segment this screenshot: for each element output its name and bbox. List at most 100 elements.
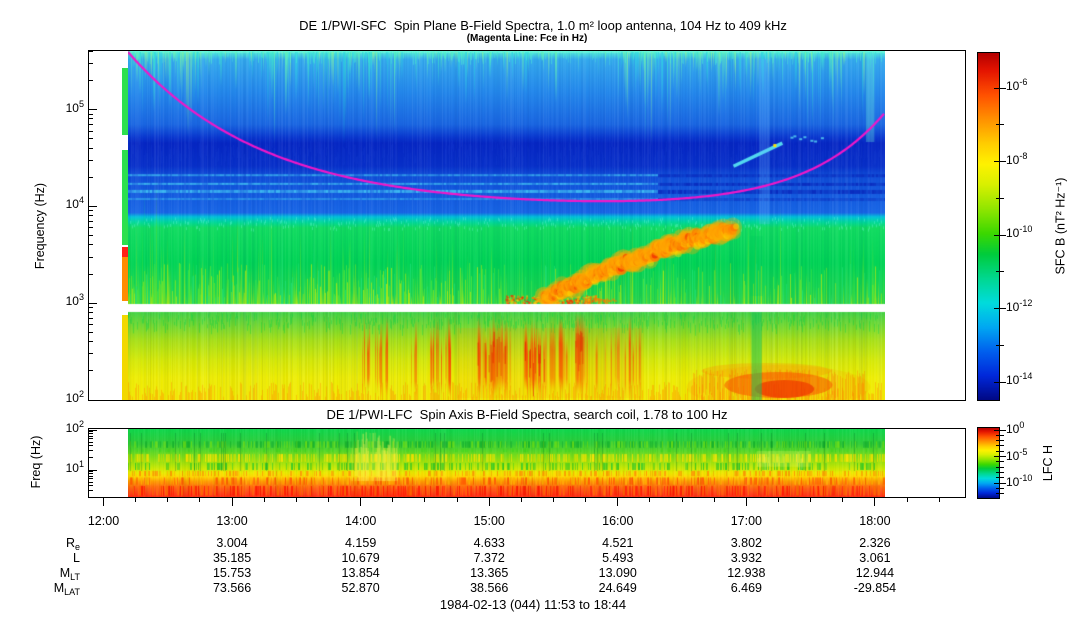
y-minor-tick [89, 148, 93, 149]
time-minor-tick [842, 498, 843, 502]
colorbar-major-tick [994, 382, 1006, 383]
y-minor-tick [89, 341, 93, 342]
y-minor-tick [89, 318, 93, 319]
colorbar-minor-tick [996, 435, 1004, 436]
lfc-panel-border [88, 428, 966, 498]
time-minor-tick [296, 498, 297, 502]
pre-data-strip-segment [122, 315, 128, 400]
y-tick-label: 103 [40, 294, 84, 308]
ephemeris-value: 3.932 [731, 551, 762, 565]
y-minor-tick [89, 227, 93, 228]
y-minor-tick [89, 431, 93, 432]
y-minor-tick [89, 118, 93, 119]
y-minor-tick [89, 370, 93, 371]
time-major-tick [360, 498, 361, 506]
ephemeris-value: 7.372 [474, 551, 505, 565]
y-minor-tick [89, 324, 93, 325]
ephemeris-value: 5.493 [602, 551, 633, 565]
y-minor-tick [89, 138, 93, 139]
ephemeris-value: 24.649 [599, 581, 637, 595]
y-minor-tick [89, 473, 93, 474]
y-minor-tick [89, 210, 93, 211]
ephemeris-value: 13.365 [470, 566, 508, 580]
y-minor-tick [89, 476, 93, 477]
y-major-tick [89, 109, 97, 110]
pre-data-strip-segment [122, 150, 128, 245]
y-minor-tick [89, 471, 93, 472]
y-tick-label: 104 [40, 197, 84, 211]
y-minor-tick [89, 353, 93, 354]
sfc-colorbar-label: SFC B (nT² Hz⁻¹) [1053, 178, 1068, 275]
y-minor-tick [89, 221, 93, 222]
ephemeris-value: 4.521 [602, 536, 633, 550]
colorbar-major-tick [994, 88, 1006, 89]
ephemeris-row-label: MLAT [54, 581, 80, 595]
y-tick-label: 102 [40, 421, 84, 435]
time-minor-tick [424, 498, 425, 502]
ephemeris-row-label: MLT [60, 566, 80, 580]
y-minor-tick [89, 482, 93, 483]
colorbar-minor-tick [996, 445, 1004, 446]
y-tick-label: 105 [40, 101, 84, 115]
footer-date-range: 1984-02-13 (044) 11:53 to 18:44 [440, 597, 626, 612]
colorbar-tick-label: 10-10 [1006, 226, 1048, 240]
y-minor-tick [89, 114, 93, 115]
colorbar-tick-label: 100 [1006, 422, 1048, 436]
y-minor-tick [89, 274, 93, 275]
colorbar-minor-tick [996, 461, 1004, 462]
colorbar-minor-tick [996, 440, 1004, 441]
y-minor-tick [89, 457, 93, 458]
y-minor-tick [89, 160, 93, 161]
y-minor-tick [89, 478, 93, 479]
sfc-panel-border [88, 50, 966, 401]
time-minor-tick [907, 498, 908, 502]
colorbar-minor-tick [996, 493, 1004, 494]
time-minor-tick [167, 498, 168, 502]
y-minor-tick [89, 177, 93, 178]
time-minor-tick [392, 498, 393, 502]
time-minor-tick [264, 498, 265, 502]
y-major-tick [89, 400, 97, 401]
y-minor-tick [89, 312, 93, 313]
time-minor-tick [553, 498, 554, 502]
ephemeris-value: 73.566 [213, 581, 251, 595]
y-minor-tick [89, 445, 93, 446]
ephemeris-value: 52.870 [342, 581, 380, 595]
colorbar-major-tick [994, 235, 1006, 236]
y-minor-tick [89, 485, 93, 486]
ephemeris-value: 12.944 [856, 566, 894, 580]
colorbar-major-tick [994, 308, 1006, 309]
time-minor-tick [328, 498, 329, 502]
time-major-tick [489, 498, 490, 506]
colorbar-tick-label: 10-14 [1006, 373, 1048, 387]
colorbar-minor-tick [996, 345, 1004, 346]
colorbar-minor-tick [996, 467, 1004, 468]
y-minor-tick [89, 244, 93, 245]
ephemeris-value: 10.679 [342, 551, 380, 565]
y-tick-label: 101 [40, 461, 84, 475]
colorbar-minor-tick [996, 271, 1004, 272]
time-tick-label: 17:00 [731, 514, 762, 528]
time-minor-tick [521, 498, 522, 502]
ephemeris-value: 13.090 [599, 566, 637, 580]
sfc-y-axis-label: Frequency (Hz) [33, 183, 47, 269]
sfc-colorbar-border [977, 52, 1000, 401]
colorbar-tick-label: 10-10 [1006, 475, 1048, 489]
ephemeris-value: 15.753 [213, 566, 251, 580]
ephemeris-row-label: L [73, 551, 80, 565]
ephemeris-value: 12.938 [727, 566, 765, 580]
time-minor-tick [682, 498, 683, 502]
colorbar-tick-label: 10-6 [1006, 79, 1048, 93]
time-minor-tick [135, 498, 136, 502]
y-minor-tick [89, 438, 93, 439]
pre-data-strip-segment [122, 68, 128, 135]
ephemeris-value: -29.854 [854, 581, 896, 595]
y-minor-tick [89, 257, 93, 258]
colorbar-minor-tick [996, 124, 1004, 125]
sfc-subtitle: (Magenta Line: Fce in Hz) [467, 33, 588, 44]
pre-data-strip-segment [122, 247, 128, 257]
y-minor-tick [89, 433, 93, 434]
colorbar-major-tick [994, 430, 1006, 431]
time-tick-label: 16:00 [602, 514, 633, 528]
y-minor-tick [89, 80, 93, 81]
